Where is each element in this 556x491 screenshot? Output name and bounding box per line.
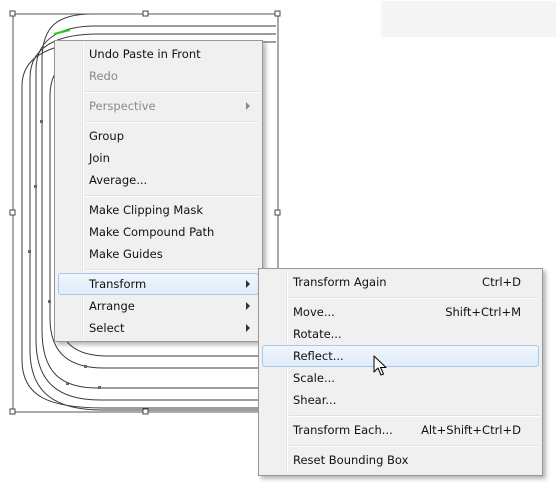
menu-item-label: Make Guides <box>89 247 163 261</box>
menu-separator <box>289 297 539 299</box>
menu-item-move[interactable]: Move... Shift+Ctrl+M <box>262 301 539 323</box>
menu-item-label: Redo <box>89 69 118 83</box>
menu-item-arrange[interactable]: Arrange <box>58 295 259 317</box>
menu-separator <box>289 415 539 417</box>
anchor-point <box>40 120 43 123</box>
menu-item-shortcut: Shift+Ctrl+M <box>445 305 521 319</box>
menu-item-transform[interactable]: Transform <box>58 273 259 295</box>
menu-item-select[interactable]: Select <box>58 317 259 339</box>
context-menu: Undo Paste in Front Redo Perspective Gro… <box>54 40 263 342</box>
menu-item-label: Average... <box>89 173 148 187</box>
menu-item-make-clipping-mask[interactable]: Make Clipping Mask <box>58 199 259 221</box>
menu-item-undo-paste-in-front[interactable]: Undo Paste in Front <box>58 43 259 65</box>
anchor-point <box>34 185 37 188</box>
menu-separator <box>85 121 259 123</box>
menu-item-make-guides[interactable]: Make Guides <box>58 243 259 265</box>
submenu-arrow-icon <box>246 324 250 332</box>
menu-separator <box>85 269 259 271</box>
menu-item-perspective: Perspective <box>58 95 259 117</box>
bounding-box-handle <box>9 10 16 17</box>
menu-item-label: Reflect... <box>293 349 344 363</box>
menu-item-join[interactable]: Join <box>58 147 259 169</box>
menu-item-make-compound-path[interactable]: Make Compound Path <box>58 221 259 243</box>
anchor-point <box>28 250 31 253</box>
menu-item-shortcut: Ctrl+D <box>482 275 521 289</box>
menu-item-label: Arrange <box>89 299 135 313</box>
menu-item-transform-again[interactable]: Transform Again Ctrl+D <box>262 271 539 293</box>
menu-item-label: Transform Each... <box>293 423 393 437</box>
menu-item-label: Make Clipping Mask <box>89 203 204 217</box>
menu-separator <box>85 91 259 93</box>
menu-item-transform-each[interactable]: Transform Each... Alt+Shift+Ctrl+D <box>262 419 539 441</box>
submenu-arrow-icon <box>246 102 250 110</box>
menu-item-average[interactable]: Average... <box>58 169 259 191</box>
canvas-corner-panel <box>381 1 556 37</box>
menu-item-shortcut: Alt+Shift+Ctrl+D <box>421 423 521 437</box>
anchor-point <box>66 382 69 385</box>
menu-item-scale[interactable]: Scale... <box>262 367 539 389</box>
anchor-point <box>98 386 101 389</box>
menu-item-label: Move... <box>293 305 335 319</box>
menu-item-label: Transform <box>89 277 147 291</box>
menu-item-label: Make Compound Path <box>89 225 215 239</box>
selected-anchor-highlight <box>53 29 71 35</box>
bounding-box-handle <box>142 408 149 415</box>
transform-submenu: Transform Again Ctrl+D Move... Shift+Ctrl+… <box>258 268 543 476</box>
menu-item-label: Reset Bounding Box <box>293 453 409 467</box>
menu-item-label: Join <box>89 151 110 165</box>
mouse-pointer-icon <box>373 355 387 376</box>
menu-separator <box>85 195 259 197</box>
menu-item-label: Scale... <box>293 371 335 385</box>
bounding-box-handle <box>9 209 16 216</box>
menu-item-reflect[interactable]: Reflect... <box>262 345 539 367</box>
menu-item-reset-bounding-box[interactable]: Reset Bounding Box <box>262 449 539 471</box>
bounding-box-handle <box>274 209 281 216</box>
menu-item-group[interactable]: Group <box>58 125 259 147</box>
menu-item-label: Transform Again <box>293 275 387 289</box>
menu-item-label: Undo Paste in Front <box>89 47 201 61</box>
bounding-box-handle <box>9 408 16 415</box>
anchor-point <box>48 300 51 303</box>
bounding-box-handle <box>274 10 281 17</box>
menu-item-label: Select <box>89 321 125 335</box>
submenu-arrow-icon <box>246 302 250 310</box>
submenu-arrow-icon <box>246 280 250 288</box>
menu-item-label: Rotate... <box>293 327 342 341</box>
menu-separator <box>289 445 539 447</box>
bounding-box-handle <box>142 10 149 17</box>
anchor-point <box>84 365 87 368</box>
menu-item-label: Shear... <box>293 393 337 407</box>
menu-item-redo: Redo <box>58 65 259 87</box>
menu-item-rotate[interactable]: Rotate... <box>262 323 539 345</box>
menu-item-shear[interactable]: Shear... <box>262 389 539 411</box>
menu-item-label: Group <box>89 129 125 143</box>
menu-item-label: Perspective <box>89 99 156 113</box>
